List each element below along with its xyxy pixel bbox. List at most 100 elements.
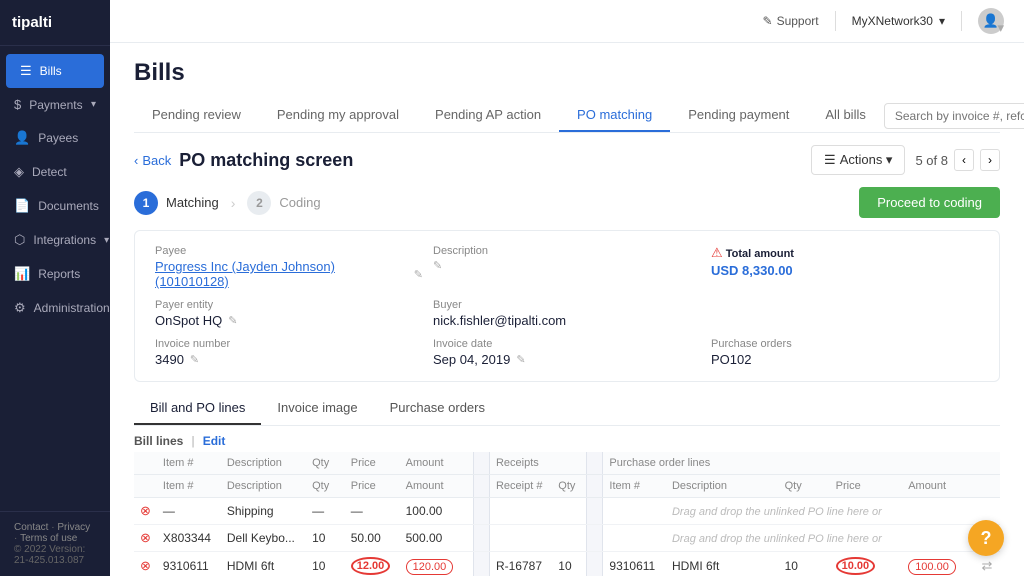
buyer-value: nick.fishler@tipalti.com [433, 313, 701, 328]
warning-icon: ⚠ [711, 245, 723, 260]
search-input[interactable] [884, 103, 1024, 129]
col-amount: Amount [400, 452, 474, 475]
buyer-label: Buyer [433, 299, 701, 311]
step-arrow: › [231, 195, 236, 211]
user-menu[interactable]: MyXNetwork30 ▾ [852, 14, 945, 28]
tab-pending-review[interactable]: Pending review [134, 99, 259, 132]
sidebar-item-label: Integrations [33, 233, 96, 247]
total-amount-value: USD 8,330.00 [711, 263, 979, 278]
purchase-orders-field: Purchase orders PO102 [711, 338, 979, 367]
edit-bill-lines-link[interactable]: Edit [203, 434, 226, 448]
invoice-date-field: Invoice date Sep 04, 2019 ✎ [433, 338, 701, 367]
tab-pending-payment[interactable]: Pending payment [670, 99, 807, 132]
terms-link[interactable]: Terms of use [20, 533, 77, 544]
sidebar-item-administration[interactable]: ⚙ Administration ▾ [0, 291, 110, 325]
purchase-orders-value: PO102 [711, 352, 979, 367]
sidebar-item-label: Reports [38, 267, 80, 281]
purchase-orders-label: Purchase orders [711, 338, 979, 350]
payer-entity-label: Payer entity [155, 299, 423, 311]
tab-navigation: Pending review Pending my approval Pendi… [134, 99, 884, 132]
po-circled-price: 10.00 [836, 557, 876, 575]
sidebar-item-detect[interactable]: ◈ Detect [0, 155, 110, 189]
invoice-number-label: Invoice number [155, 338, 423, 350]
back-label: Back [142, 153, 171, 168]
drag-drop-text: Drag and drop the unlinked PO line here … [672, 506, 882, 518]
sidebar-item-label: Detect [32, 165, 67, 179]
back-button[interactable]: ‹ Back [134, 153, 171, 168]
lines-table-container: Bill lines | Edit Item # Description Qty… [134, 426, 1000, 576]
privacy-link[interactable]: Privacy [57, 522, 90, 533]
main-content: ✎ Support MyXNetwork30 ▾ 👤 Bills Pending… [110, 0, 1024, 576]
logo: tipalti [0, 0, 110, 46]
invoice-date-edit-icon[interactable]: ✎ [516, 353, 525, 366]
sidebar-item-bills[interactable]: ☰ Bills [6, 54, 104, 88]
step-1: 1 Matching [134, 191, 219, 215]
user-label: MyXNetwork30 [852, 14, 933, 28]
sync-icon[interactable]: ⇄ [982, 558, 993, 573]
payee-edit-icon[interactable]: ✎ [414, 268, 423, 281]
payees-icon: 👤 [14, 130, 30, 146]
po-circled-amount: 100.00 [908, 559, 956, 575]
sidebar-item-payees[interactable]: 👤 Payees [0, 121, 110, 155]
sidebar-item-label: Payments [29, 98, 82, 112]
tab-purchase-orders[interactable]: Purchase orders [374, 392, 501, 425]
chevron-down-icon: ▾ [939, 14, 945, 28]
description-edit-icon[interactable]: ✎ [433, 259, 442, 272]
version-text: © 2022 Version: 21-425.013.087 [14, 544, 96, 566]
buyer-field: Buyer nick.fishler@tipalti.com [433, 299, 701, 328]
col-description: Description [221, 452, 306, 475]
content-area: Bills Pending review Pending my approval… [110, 43, 1024, 576]
status-error-icon: ⊗ [140, 558, 151, 573]
sidebar-item-reports[interactable]: 📊 Reports [0, 257, 110, 291]
tab-bill-po-lines[interactable]: Bill and PO lines [134, 392, 261, 425]
inner-tabs: Bill and PO lines Invoice image Purchase… [134, 392, 1000, 426]
col-price: Price [345, 452, 400, 475]
total-amount-label: ⚠ Total amount [711, 245, 979, 261]
bills-icon: ☰ [20, 63, 32, 79]
support-icon: ✎ [763, 14, 773, 28]
help-button[interactable]: ? [968, 520, 1004, 556]
administration-icon: ⚙ [14, 300, 26, 316]
description-label: Description [433, 245, 701, 257]
sidebar-item-payments[interactable]: $ Payments ▾ [0, 88, 110, 121]
sidebar-item-integrations[interactable]: ⬡ Integrations ▾ [0, 223, 110, 257]
status-error-icon: ⊗ [140, 530, 151, 545]
payee-label: Payee [155, 245, 423, 257]
support-label[interactable]: Support [777, 14, 819, 28]
sidebar-item-documents[interactable]: 📄 Documents [0, 189, 110, 223]
logo-text: tipalti [12, 14, 52, 31]
proceed-to-coding-button[interactable]: Proceed to coding [859, 187, 1000, 218]
circled-amount: 120.00 [406, 559, 454, 575]
tab-po-matching[interactable]: PO matching [559, 99, 670, 132]
tab-pending-ap-action[interactable]: Pending AP action [417, 99, 559, 132]
next-page-button[interactable]: › [980, 149, 1000, 171]
topbar-divider [835, 11, 836, 31]
step-2: 2 Coding [247, 191, 320, 215]
back-chevron-icon: ‹ [134, 153, 138, 168]
prev-page-button[interactable]: ‹ [954, 149, 974, 171]
payer-entity-edit-icon[interactable]: ✎ [228, 314, 237, 327]
detect-icon: ◈ [14, 164, 24, 180]
step-2-circle: 2 [247, 191, 271, 215]
step-1-label: Matching [166, 195, 219, 210]
tab-all-bills[interactable]: All bills [807, 99, 883, 132]
bill-info-card: Payee Progress Inc (Jayden Johnson) (101… [134, 230, 1000, 382]
steps: 1 Matching › 2 Coding [134, 191, 321, 215]
payee-value: Progress Inc (Jayden Johnson) (101010128… [155, 259, 423, 289]
table-header-row: Item # Description Qty Price Amount Rece… [134, 452, 1000, 475]
sidebar-item-label: Documents [38, 199, 99, 213]
integrations-icon: ⬡ [14, 232, 25, 248]
contact-link[interactable]: Contact [14, 522, 48, 533]
payee-field: Payee Progress Inc (Jayden Johnson) (101… [155, 245, 423, 289]
page-header: Bills Pending review Pending my approval… [110, 43, 1024, 133]
invoice-edit-icon[interactable]: ✎ [190, 353, 199, 366]
payments-icon: $ [14, 97, 21, 112]
invoice-date-label: Invoice date [433, 338, 701, 350]
tab-invoice-image[interactable]: Invoice image [261, 392, 373, 425]
sub-header-left: ‹ Back PO matching screen [134, 150, 353, 171]
actions-button[interactable]: ☰ Actions ▾ [811, 145, 905, 175]
sidebar: tipalti ☰ Bills $ Payments ▾ 👤 Payees ◈ … [0, 0, 110, 576]
tab-pending-my-approval[interactable]: Pending my approval [259, 99, 417, 132]
description-field: Description ✎ [433, 245, 701, 289]
sub-header-right: ☰ Actions ▾ 5 of 8 ‹ › [811, 145, 1000, 175]
